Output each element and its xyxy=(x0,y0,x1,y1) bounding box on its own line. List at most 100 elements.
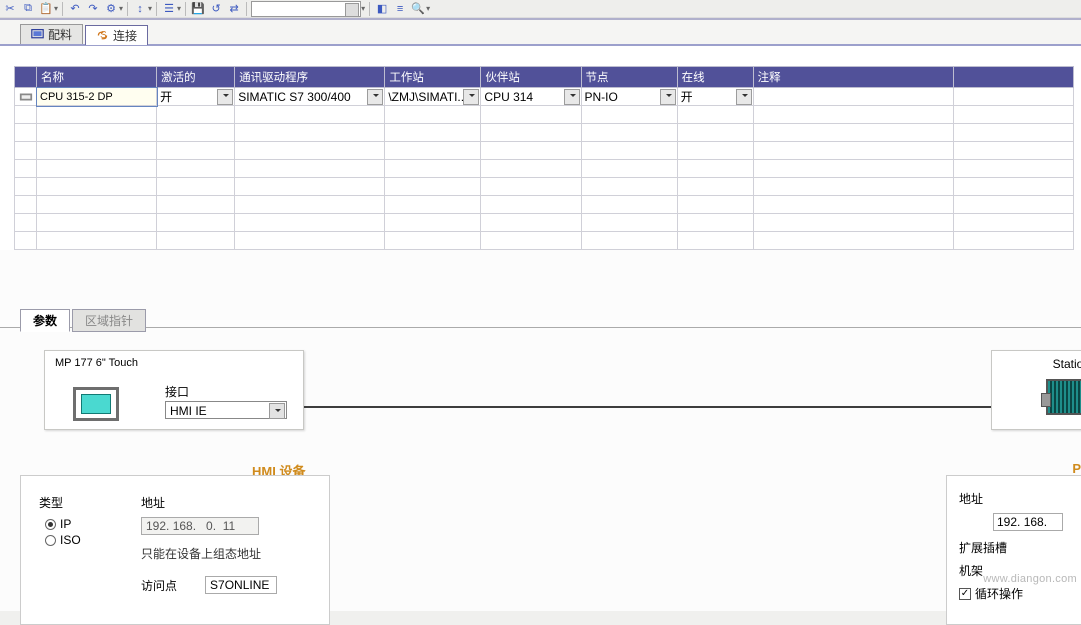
link-s-icon: S xyxy=(96,29,109,42)
toolbar-bookmark-icon[interactable]: ≡ xyxy=(392,1,408,17)
toolbar-cut-icon[interactable]: ✂ xyxy=(2,1,18,17)
row-icon xyxy=(19,90,33,104)
connection-line xyxy=(304,406,1081,408)
col-extra xyxy=(953,67,1073,88)
type-label: 类型 xyxy=(39,494,129,511)
tab-area-pointer[interactable]: 区域指针 xyxy=(72,309,146,332)
col-comment[interactable]: 注释 xyxy=(753,67,953,88)
cell-driver[interactable]: SIMATIC S7 300/400 xyxy=(235,88,385,106)
property-tab-bar: 参数 区域指针 xyxy=(20,309,146,332)
station-label: Station xyxy=(992,357,1081,371)
tab-connections[interactable]: S 连接 xyxy=(85,25,148,45)
toolbar-link-icon[interactable]: ⇄ xyxy=(226,1,242,17)
table-row[interactable] xyxy=(15,160,1074,178)
interface-value: HMI IE xyxy=(166,402,211,420)
cell-name[interactable] xyxy=(37,88,157,106)
cell-online[interactable]: 开 xyxy=(677,88,753,106)
radio-icon xyxy=(45,535,56,546)
tab-connections-label: 连接 xyxy=(113,27,137,44)
active-value: 开 xyxy=(160,88,172,105)
cyclic-check[interactable]: 循环操作 xyxy=(959,585,1073,602)
radio-iso[interactable]: ISO xyxy=(45,533,129,547)
cyclic-label: 循环操作 xyxy=(975,585,1023,602)
col-active[interactable]: 激活的 xyxy=(157,67,235,88)
cell-comment[interactable] xyxy=(753,88,953,106)
table-row[interactable] xyxy=(15,142,1074,160)
plc-device-panel: 地址 扩展插槽 机架 循环操作 xyxy=(946,475,1081,625)
access-point-input[interactable] xyxy=(205,576,277,594)
toolbar-combo[interactable] xyxy=(251,1,361,17)
toolbar-list-icon[interactable]: ☰ xyxy=(161,1,177,17)
toolbar-copy-icon[interactable]: ⧉ xyxy=(20,1,36,17)
radio-ip[interactable]: IP xyxy=(45,517,129,531)
toolbar-undo-icon[interactable]: ↶ xyxy=(67,1,83,17)
online-value: 开 xyxy=(681,88,693,105)
hmi-addr-label: 地址 xyxy=(141,494,311,511)
table-row[interactable]: 开 SIMATIC S7 300/400 \ZMJ\SIMATI... CPU … xyxy=(15,88,1074,106)
expansion-slot-label: 扩展插槽 xyxy=(959,539,1073,556)
tab-recipe[interactable]: 配料 xyxy=(20,24,83,44)
name-input[interactable] xyxy=(37,88,156,105)
col-online[interactable]: 在线 xyxy=(677,67,753,88)
cell-active[interactable]: 开 xyxy=(157,88,235,106)
checkbox-icon xyxy=(959,588,971,600)
property-divider xyxy=(0,327,1081,328)
radio-iso-label: ISO xyxy=(60,533,81,547)
tab-recipe-label: 配料 xyxy=(48,26,72,43)
plc-addr-input[interactable] xyxy=(993,513,1063,531)
col-workstation[interactable]: 工作站 xyxy=(385,67,481,88)
hmi-addr-note: 只能在设备上组态地址 xyxy=(141,545,311,562)
hmi-device-name: MP 177 6" Touch xyxy=(55,357,293,369)
toolbar: ✂ ⧉ 📋▾ ↶ ↷ ⚙▾ ↕▾ ☰▾ 💾 ↺ ⇄ ▾ ◧ ≡ 🔍▾ xyxy=(0,0,1081,18)
partner-value: CPU 314 xyxy=(484,90,533,104)
monitor-icon xyxy=(31,28,44,41)
table-row[interactable] xyxy=(15,214,1074,232)
toolbar-paste-icon[interactable]: 📋 xyxy=(38,1,54,17)
cell-workstation[interactable]: \ZMJ\SIMATI... xyxy=(385,88,481,106)
toolbar-zoom-icon[interactable]: 🔍 xyxy=(410,1,426,17)
grid-corner xyxy=(15,67,37,88)
col-name[interactable]: 名称 xyxy=(37,67,157,88)
interface-combo[interactable]: HMI IE xyxy=(165,401,287,419)
cell-node[interactable]: PN-IO xyxy=(581,88,677,106)
plc-panel-title: P xyxy=(1072,461,1081,476)
toolbar-sort-icon[interactable]: ↕ xyxy=(132,1,148,17)
interface-label: 接口 xyxy=(165,383,189,400)
hmi-panel-icon xyxy=(73,387,119,421)
toolbar-save-icon[interactable]: 💾 xyxy=(190,1,206,17)
plc-addr-label: 地址 xyxy=(959,490,1073,507)
grid-header-row: 名称 激活的 通讯驱动程序 工作站 伙伴站 节点 在线 注释 xyxy=(15,67,1074,88)
toolbar-tool1-icon[interactable]: ⚙ xyxy=(103,1,119,17)
access-point-label: 访问点 xyxy=(141,577,177,594)
cell-partner[interactable]: CPU 314 xyxy=(481,88,581,106)
table-row[interactable] xyxy=(15,124,1074,142)
col-node[interactable]: 节点 xyxy=(581,67,677,88)
connections-grid-wrap: 名称 激活的 通讯驱动程序 工作站 伙伴站 节点 在线 注释 开 SIMATIC… xyxy=(0,46,1081,250)
table-row[interactable] xyxy=(15,196,1074,214)
toolbar-sync-icon[interactable]: ↺ xyxy=(208,1,224,17)
table-row[interactable] xyxy=(15,106,1074,124)
node-value: PN-IO xyxy=(585,90,618,104)
device-panels: HMI 设备 类型 IP ISO 地址 只能在设备上组态地址 访问点 P 地址 … xyxy=(20,455,1081,611)
watermark: www.diangon.com xyxy=(983,573,1077,585)
table-row[interactable] xyxy=(15,178,1074,196)
station-box: Station xyxy=(991,350,1081,430)
col-partner[interactable]: 伙伴站 xyxy=(481,67,581,88)
radio-icon xyxy=(45,519,56,530)
main-area: 配料 S 连接 名称 激活的 通讯驱动程序 工作站 伙伴站 节点 在线 注释 xyxy=(0,18,1081,611)
toolbar-redo-icon[interactable]: ↷ xyxy=(85,1,101,17)
cell-extra xyxy=(953,88,1073,106)
plc-rack-icon xyxy=(1046,379,1081,415)
driver-value: SIMATIC S7 300/400 xyxy=(238,90,351,104)
col-driver[interactable]: 通讯驱动程序 xyxy=(235,67,385,88)
hmi-device-panel: 类型 IP ISO 地址 只能在设备上组态地址 访问点 xyxy=(20,475,330,625)
connection-diagram: MP 177 6" Touch 接口 HMI IE Station xyxy=(44,350,1081,450)
row-handle[interactable] xyxy=(15,88,37,106)
hmi-addr-input xyxy=(141,517,259,535)
tab-parameters[interactable]: 参数 xyxy=(20,309,70,332)
connections-grid: 名称 激活的 通讯驱动程序 工作站 伙伴站 节点 在线 注释 开 SIMATIC… xyxy=(14,66,1074,250)
radio-ip-label: IP xyxy=(60,517,71,531)
toolbar-book-icon[interactable]: ◧ xyxy=(374,1,390,17)
comment-input[interactable] xyxy=(754,88,953,105)
table-row[interactable] xyxy=(15,232,1074,250)
